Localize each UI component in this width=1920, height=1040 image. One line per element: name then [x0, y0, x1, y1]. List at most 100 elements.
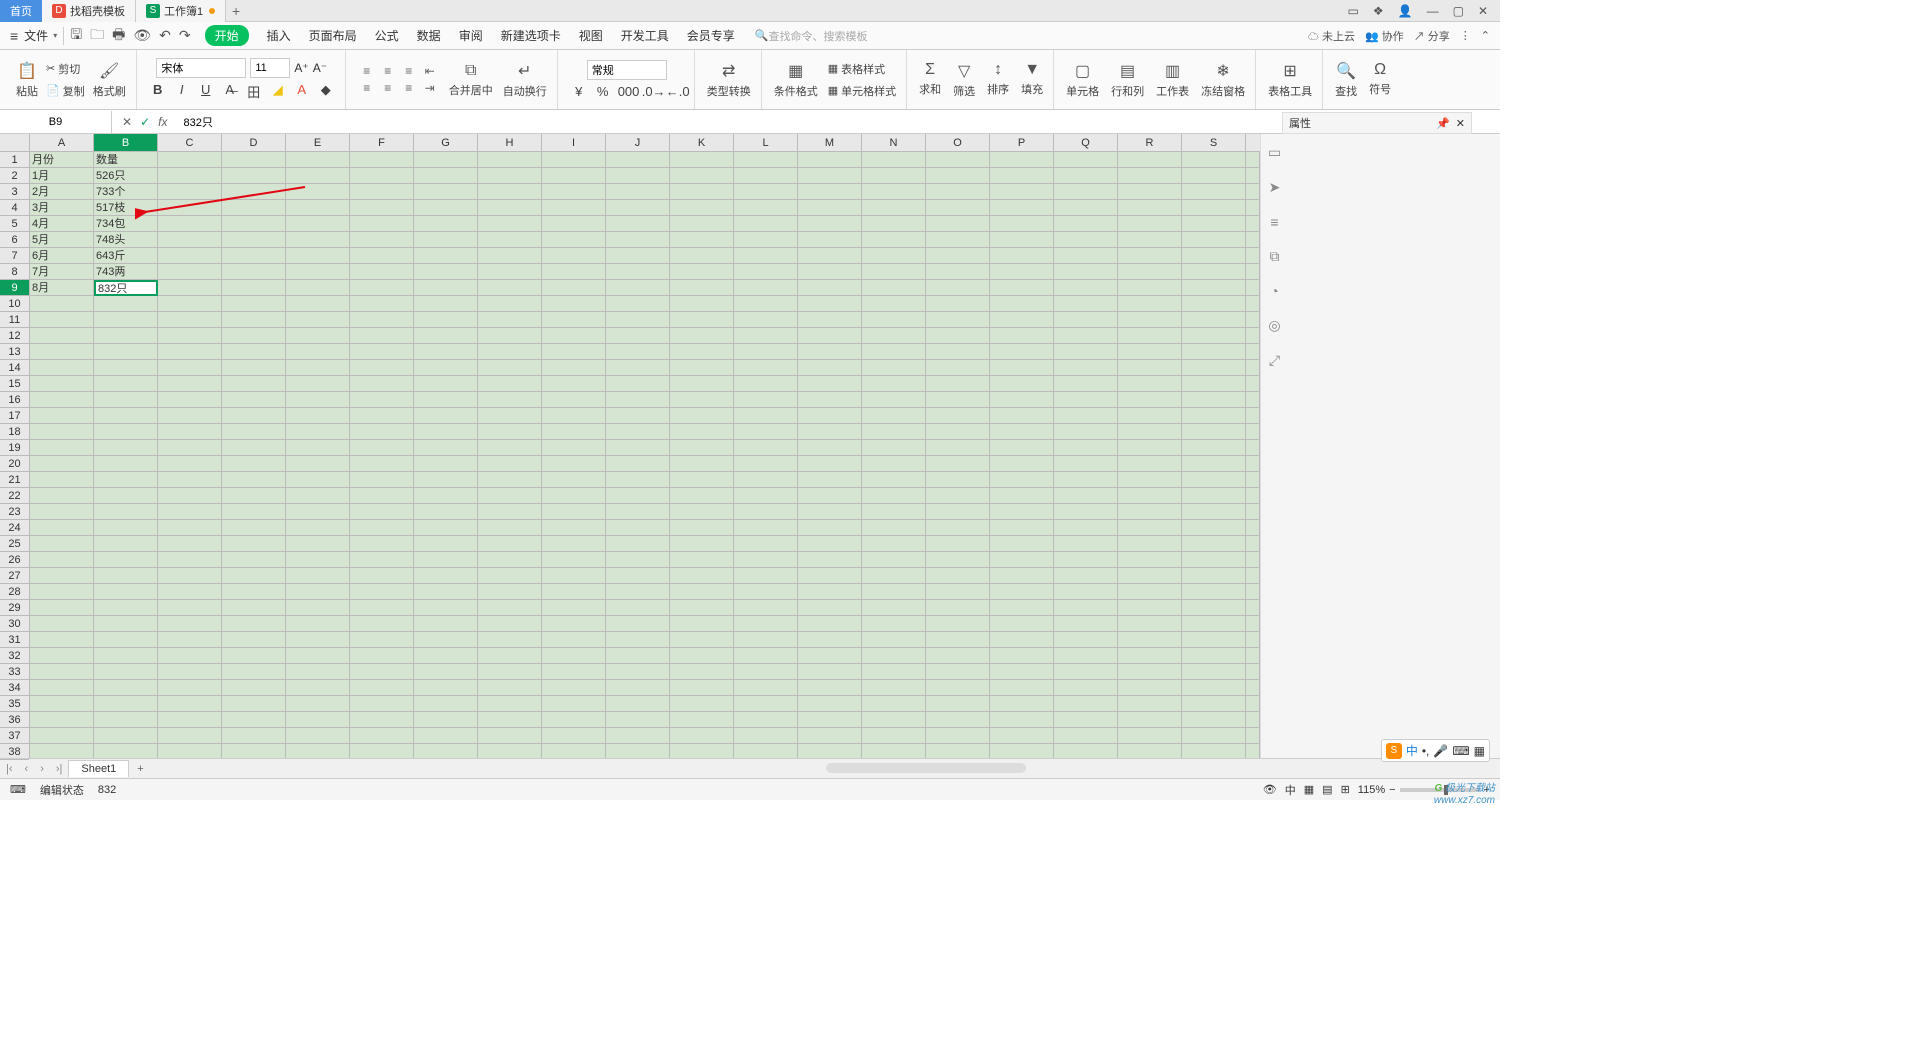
cell-G16[interactable] [414, 392, 478, 408]
bold-button[interactable]: B [149, 82, 167, 101]
cell-F11[interactable] [350, 312, 414, 328]
col-header-C[interactable]: C [158, 134, 222, 151]
indent-dec[interactable]: ⇤ [421, 64, 439, 78]
cell-K31[interactable] [670, 632, 734, 648]
align-right[interactable]: ≡ [400, 81, 418, 95]
cell-S11[interactable] [1182, 312, 1246, 328]
cell-A9[interactable]: 8月 [30, 280, 94, 296]
cell-H2[interactable] [478, 168, 542, 184]
ime-mic-icon[interactable]: 🎤 [1433, 744, 1448, 758]
cell-B21[interactable] [94, 472, 158, 488]
cell-L12[interactable] [734, 328, 798, 344]
cell-D14[interactable] [222, 360, 286, 376]
cell-I38[interactable] [542, 744, 606, 758]
cell-N30[interactable] [862, 616, 926, 632]
cell-D37[interactable] [222, 728, 286, 744]
cell-I6[interactable] [542, 232, 606, 248]
cell-A13[interactable] [30, 344, 94, 360]
cell-S5[interactable] [1182, 216, 1246, 232]
cell-C12[interactable] [158, 328, 222, 344]
grid-icon[interactable]: ❖ [1369, 2, 1388, 20]
row-header-18[interactable]: 18 [0, 424, 29, 440]
cell-O21[interactable] [926, 472, 990, 488]
cell-I35[interactable] [542, 696, 606, 712]
cell-L2[interactable] [734, 168, 798, 184]
sort-icon[interactable]: ↕ [987, 61, 1009, 79]
cell-S32[interactable] [1182, 648, 1246, 664]
cell-O26[interactable] [926, 552, 990, 568]
cell-O32[interactable] [926, 648, 990, 664]
hscroll[interactable] [162, 763, 1490, 775]
cell-K7[interactable] [670, 248, 734, 264]
cell-F31[interactable] [350, 632, 414, 648]
cell-L18[interactable] [734, 424, 798, 440]
font-color-button[interactable]: A [293, 82, 311, 101]
row-header-19[interactable]: 19 [0, 440, 29, 456]
cell-M16[interactable] [798, 392, 862, 408]
cell-K6[interactable] [670, 232, 734, 248]
cell-E14[interactable] [286, 360, 350, 376]
table-tools-icon[interactable]: ⊞ [1283, 61, 1296, 81]
cell-rest-4[interactable] [1246, 200, 1260, 216]
cell-L7[interactable] [734, 248, 798, 264]
cell-R3[interactable] [1118, 184, 1182, 200]
cell-P29[interactable] [990, 600, 1054, 616]
cell-Q34[interactable] [1054, 680, 1118, 696]
cell-O18[interactable] [926, 424, 990, 440]
cell-H20[interactable] [478, 456, 542, 472]
cell-F38[interactable] [350, 744, 414, 758]
cell-H28[interactable] [478, 584, 542, 600]
cell-G24[interactable] [414, 520, 478, 536]
cell-H17[interactable] [478, 408, 542, 424]
cell-R15[interactable] [1118, 376, 1182, 392]
cell-rest-2[interactable] [1246, 168, 1260, 184]
cell-L9[interactable] [734, 280, 798, 296]
cell-M12[interactable] [798, 328, 862, 344]
cell-G25[interactable] [414, 536, 478, 552]
cell-P31[interactable] [990, 632, 1054, 648]
cell-I14[interactable] [542, 360, 606, 376]
cell-F20[interactable] [350, 456, 414, 472]
cell-H18[interactable] [478, 424, 542, 440]
align-top[interactable]: ≡ [358, 64, 376, 78]
border-button[interactable]: 田 [245, 82, 263, 101]
cell-A2[interactable]: 1月 [30, 168, 94, 184]
cell-N37[interactable] [862, 728, 926, 744]
cell-I8[interactable] [542, 264, 606, 280]
cell-S12[interactable] [1182, 328, 1246, 344]
close-panel-icon[interactable]: ✕ [1456, 117, 1465, 130]
cell-C6[interactable] [158, 232, 222, 248]
row-header-35[interactable]: 35 [0, 696, 29, 712]
cell-M1[interactable] [798, 152, 862, 168]
cell-N31[interactable] [862, 632, 926, 648]
cell-S13[interactable] [1182, 344, 1246, 360]
cell-E18[interactable] [286, 424, 350, 440]
cell-rest-22[interactable] [1246, 488, 1260, 504]
cell-K9[interactable] [670, 280, 734, 296]
cell-N4[interactable] [862, 200, 926, 216]
cell-J14[interactable] [606, 360, 670, 376]
cell-N9[interactable] [862, 280, 926, 296]
cell-E34[interactable] [286, 680, 350, 696]
cell-E4[interactable] [286, 200, 350, 216]
side-select-icon[interactable]: ▭ [1268, 144, 1281, 161]
col-header-P[interactable]: P [990, 134, 1054, 151]
cell-I5[interactable] [542, 216, 606, 232]
cell-H36[interactable] [478, 712, 542, 728]
freeze-icon[interactable]: ❄ [1201, 61, 1245, 81]
cell-rest-28[interactable] [1246, 584, 1260, 600]
cell-D21[interactable] [222, 472, 286, 488]
cell-J25[interactable] [606, 536, 670, 552]
cell-N8[interactable] [862, 264, 926, 280]
cell-R35[interactable] [1118, 696, 1182, 712]
cell-J22[interactable] [606, 488, 670, 504]
cell-K18[interactable] [670, 424, 734, 440]
cell-R12[interactable] [1118, 328, 1182, 344]
cell-Q30[interactable] [1054, 616, 1118, 632]
cell-J20[interactable] [606, 456, 670, 472]
cell-P23[interactable] [990, 504, 1054, 520]
cell-B1[interactable]: 数量 [94, 152, 158, 168]
cell-I26[interactable] [542, 552, 606, 568]
cell-C30[interactable] [158, 616, 222, 632]
cell-P1[interactable] [990, 152, 1054, 168]
